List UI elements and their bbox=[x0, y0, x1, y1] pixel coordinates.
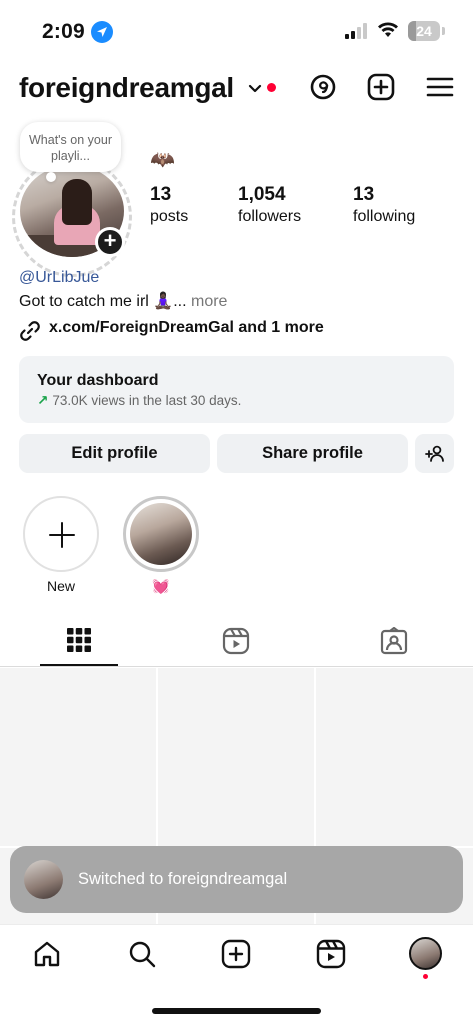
threads-icon[interactable] bbox=[308, 72, 338, 102]
profile-tabs bbox=[0, 620, 473, 667]
reels-nav-icon[interactable] bbox=[316, 939, 346, 969]
stat-following-label: following bbox=[353, 208, 416, 225]
profile-nav-avatar[interactable] bbox=[409, 937, 442, 970]
profile-notification-dot bbox=[423, 974, 428, 979]
highlight-cover-photo bbox=[130, 503, 192, 565]
account-switcher-username[interactable]: foreigndreamgal bbox=[19, 72, 234, 104]
professional-dashboard[interactable]: Your dashboard ↗ 73.0K views in the last … bbox=[19, 356, 454, 423]
create-icon[interactable] bbox=[221, 939, 251, 969]
battery-cap bbox=[442, 27, 445, 35]
dashboard-subtitle: ↗ 73.0K views in the last 30 days. bbox=[37, 393, 241, 409]
new-highlight-circle bbox=[23, 496, 99, 572]
notification-dot bbox=[267, 83, 276, 92]
note-bubble[interactable]: What's on your playli... bbox=[20, 122, 121, 172]
stat-followers-value: 1,054 bbox=[238, 184, 286, 205]
dashboard-views-text: 73.0K views in the last 30 days. bbox=[52, 393, 242, 408]
dashboard-title: Your dashboard bbox=[37, 372, 159, 389]
threads-handle-link[interactable]: @UrLibJue bbox=[19, 269, 99, 287]
battery-percent: 24 bbox=[416, 23, 432, 39]
stat-followers[interactable]: 1,054 followers bbox=[238, 184, 301, 226]
stat-following[interactable]: 13 following bbox=[353, 184, 415, 226]
status-bar: 2:09 24 bbox=[0, 0, 473, 62]
plus-icon bbox=[49, 522, 75, 548]
stat-following-value: 13 bbox=[353, 184, 375, 205]
edit-profile-button[interactable]: Edit profile bbox=[19, 434, 210, 473]
grid-icon[interactable] bbox=[67, 628, 91, 652]
stat-posts-value: 13 bbox=[150, 184, 172, 205]
highlight-heart-label: 💓 bbox=[152, 578, 170, 594]
link-icon bbox=[20, 321, 40, 341]
signal-icon bbox=[345, 23, 367, 39]
add-story-plus-icon[interactable]: + bbox=[95, 227, 125, 257]
highlight-heart[interactable]: 💓 bbox=[123, 496, 199, 595]
external-links-text: x.com/ForeignDreamGal and 1 more bbox=[49, 319, 324, 336]
home-indicator bbox=[152, 1008, 321, 1014]
bio-text: Got to catch me irl 🧘🏿‍♀️... bbox=[19, 293, 187, 310]
menu-icon[interactable] bbox=[425, 72, 455, 102]
reels-icon[interactable] bbox=[222, 627, 250, 655]
stat-posts[interactable]: 13 posts bbox=[150, 184, 188, 226]
highlight-new-label: New bbox=[46, 578, 75, 594]
location-arrow-icon bbox=[91, 21, 113, 43]
active-tab-indicator bbox=[40, 664, 118, 666]
bio-more-link[interactable]: more bbox=[191, 293, 227, 310]
highlight-new[interactable]: New bbox=[23, 496, 99, 594]
status-time: 2:09 bbox=[42, 20, 85, 43]
bio: Got to catch me irl 🧘🏿‍♀️... more bbox=[19, 291, 227, 311]
stat-posts-label: posts bbox=[150, 208, 189, 225]
chevron-down-icon[interactable] bbox=[248, 84, 262, 94]
share-profile-button[interactable]: Share profile bbox=[217, 434, 408, 473]
trend-up-arrow-icon: ↗ bbox=[37, 393, 49, 408]
stat-followers-label: followers bbox=[238, 208, 302, 225]
create-plus-icon[interactable] bbox=[366, 72, 396, 102]
note-text: What's on your playli... bbox=[29, 133, 112, 163]
tagged-icon[interactable] bbox=[380, 627, 408, 655]
add-person-icon bbox=[424, 445, 444, 462]
note-bubble-tail bbox=[46, 172, 56, 182]
search-icon[interactable] bbox=[127, 939, 157, 969]
discover-people-button[interactable] bbox=[415, 434, 454, 473]
profile-header: foreigndreamgal bbox=[0, 62, 473, 116]
bat-emoji: 🦇 bbox=[150, 149, 175, 171]
toast-text: Switched to foreigndreamgal bbox=[78, 870, 288, 888]
wifi-icon bbox=[378, 22, 398, 37]
home-icon[interactable] bbox=[32, 939, 62, 969]
account-switched-toast[interactable]: Switched to foreigndreamgal bbox=[10, 846, 463, 913]
toast-avatar bbox=[24, 860, 63, 899]
highlight-cover bbox=[123, 496, 199, 572]
battery-icon: 24 bbox=[408, 21, 440, 41]
